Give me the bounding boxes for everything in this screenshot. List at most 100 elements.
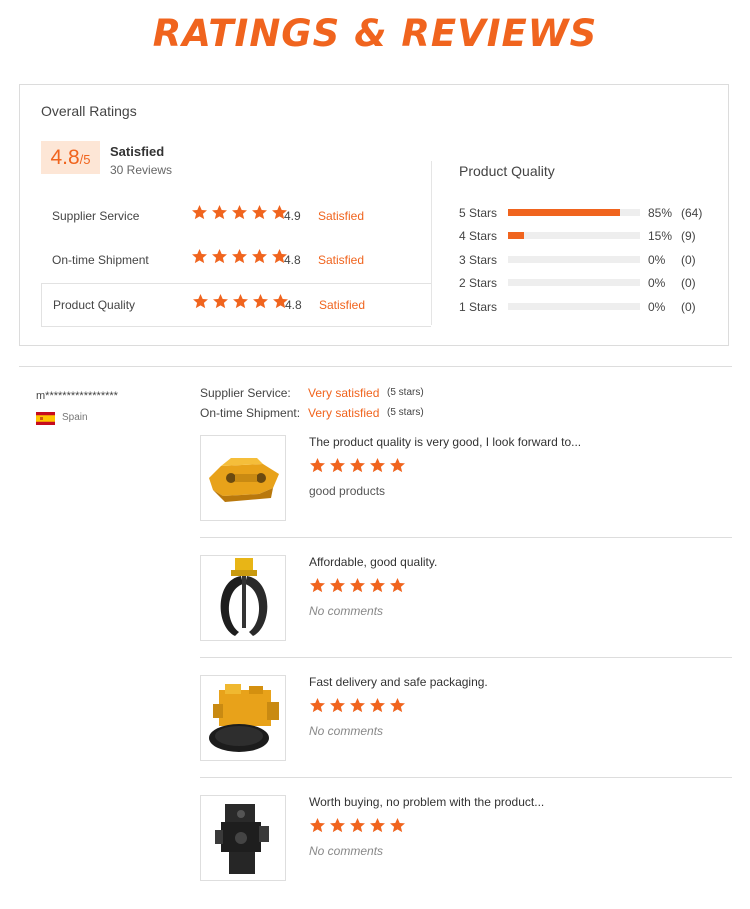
star-bar-percent: 0% [648,300,666,314]
yellow-quick-coupler-icon [209,458,279,502]
star-bar-row-2: 2 Stars 0% (0) [459,274,719,292]
star-icon [253,294,268,309]
star-bar-label: 3 Stars [459,253,498,267]
star-bar-track [508,303,640,310]
star-icon [330,698,345,713]
product-thumbnail[interactable] [200,675,286,761]
review-on-time-shipment: On-time Shipment: Very satisfied (5 star… [200,406,424,420]
star-bar-count: (0) [681,276,696,290]
star-bar-row-4: 4 Stars 15% (9) [459,227,719,245]
star-icon [390,578,405,593]
star-icon [310,818,325,833]
meta-stars: (5 stars) [387,407,424,418]
star-icon [330,578,345,593]
review-comment: No comments [309,724,384,738]
star-bar-row-5: 5 Stars 85% (64) [459,204,719,222]
overall-ratings-panel: Overall Ratings 4.8/5 Satisfied 30 Revie… [19,84,729,346]
star-rating [309,457,409,475]
dimension-satisfaction: Satisfied [318,253,365,267]
grapple-attachment-icon [220,558,268,636]
spain-flag-icon [36,412,55,425]
star-icon [310,578,325,593]
dimension-row-supplier-service: Supplier Service 4.9 Satisfied [41,195,431,239]
overall-satisfaction: Satisfied [110,144,165,159]
section-divider [19,366,732,367]
star-bar-track [508,256,640,263]
review-comment: good products [309,484,386,498]
star-icon [252,205,267,220]
star-bar-track [508,232,640,239]
star-icon [350,458,365,473]
star-icon [370,458,385,473]
dimension-row-on-time-shipment: On-time Shipment 4.8 Satisfied [41,239,431,283]
star-bar-count: (64) [681,206,703,220]
product-thumbnail[interactable] [200,795,286,881]
star-bar-label: 2 Stars [459,276,498,290]
star-icon [350,818,365,833]
star-icon [370,698,385,713]
star-icon [370,818,385,833]
star-bar-percent: 15% [648,229,673,243]
reviewer-country: Spain [62,412,88,423]
star-bar-count: (0) [681,253,696,267]
star-bar-percent: 0% [648,253,666,267]
dimension-score: 4.8 [285,298,302,312]
star-rating [309,697,409,715]
panel-divider [431,161,432,325]
review-divider [200,777,732,778]
star-bar-fill [508,209,621,216]
dimension-row-product-quality[interactable]: Product Quality 4.8 Satisfied [41,283,431,327]
star-icon [252,249,267,264]
star-bar-label: 5 Stars [459,206,498,220]
review-text: The product quality is very good, I look… [309,435,582,449]
review-text: Affordable, good quality. [309,555,438,569]
star-rating [192,293,292,310]
star-icon [233,294,248,309]
star-icon [310,458,325,473]
star-icon [390,458,405,473]
star-bar-label: 4 Stars [459,229,498,243]
star-rating [309,817,409,835]
star-bar-track [508,279,640,286]
star-icon [330,458,345,473]
star-bar-count: (9) [681,229,696,243]
star-bar-count: (0) [681,300,696,314]
star-bar-percent: 0% [648,276,666,290]
star-icon [192,249,207,264]
meta-label: Supplier Service: [200,386,291,400]
meta-value: Very satisfied [308,406,380,420]
meta-stars: (5 stars) [387,387,424,398]
review-supplier-service: Supplier Service: Very satisfied (5 star… [200,386,424,400]
overall-score-max: /5 [79,152,91,167]
review-comment: No comments [309,604,384,618]
star-icon [390,698,405,713]
product-thumbnail[interactable] [200,435,286,521]
page-title: RATINGS & REVIEWS [152,12,598,55]
product-quality-title: Product Quality [459,163,555,179]
star-icon [192,205,207,220]
star-icon [390,818,405,833]
dimension-name: On-time Shipment [52,253,149,267]
star-bar-row-1: 1 Stars 0% (0) [459,298,719,316]
overall-ratings-label: Overall Ratings [41,103,137,119]
product-thumbnail[interactable] [200,555,286,641]
star-bar-label: 1 Stars [459,300,498,314]
star-rating [309,577,409,595]
meta-value: Very satisfied [308,386,380,400]
star-icon [330,818,345,833]
black-hydraulic-pump-icon [215,804,269,874]
star-bar-track [508,209,640,216]
dimension-satisfaction: Satisfied [319,298,366,312]
star-icon [232,205,247,220]
overall-score-badge: 4.8/5 [41,141,100,174]
review-comment: No comments [309,844,384,858]
dimension-satisfaction: Satisfied [318,209,365,223]
review-divider [200,657,732,658]
star-icon [232,249,247,264]
review-divider [200,537,732,538]
dimension-score: 4.8 [284,253,301,267]
review-text: Worth buying, no problem with the produc… [309,795,545,809]
star-icon [213,294,228,309]
dimension-name: Product Quality [53,298,136,312]
star-icon [212,249,227,264]
